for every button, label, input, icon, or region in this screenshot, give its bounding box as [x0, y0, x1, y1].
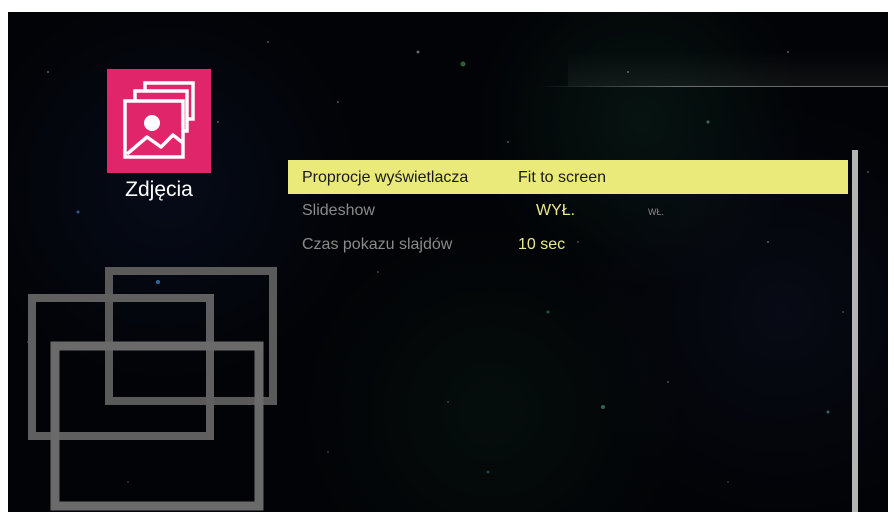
settings-list: Proprocje wyświetlacza Fit to screen Sli… — [288, 160, 848, 262]
setting-row-display-ratio[interactable]: Proprocje wyświetlacza Fit to screen — [288, 160, 848, 194]
top-divider-line — [538, 86, 888, 87]
photo-settings-screen: Zdjęcia Proprocje wyświetlacza Fit to sc… — [8, 12, 888, 512]
setting-value: Fit to screen — [518, 169, 607, 186]
setting-label: Czas pokazu slajdów — [302, 236, 453, 253]
photos-icon — [123, 81, 195, 159]
setting-value-on[interactable]: WŁ. — [648, 207, 664, 217]
setting-value: 10 sec — [518, 236, 566, 253]
setting-row-slide-time[interactable]: Czas pokazu slajdów 10 sec — [288, 228, 848, 262]
frames-decoration-icon — [28, 267, 277, 511]
photos-app-tile — [107, 69, 211, 173]
setting-value-off[interactable]: WYŁ. — [536, 202, 575, 220]
top-glow-decoration — [568, 52, 888, 86]
setting-label: Slideshow — [302, 202, 375, 219]
setting-row-slideshow[interactable]: Slideshow WYŁ. WŁ. — [288, 194, 848, 228]
app-title: Zdjęcia — [125, 178, 193, 201]
setting-label: Proprocje wyświetlacza — [302, 169, 469, 186]
scrollbar[interactable] — [852, 150, 858, 512]
